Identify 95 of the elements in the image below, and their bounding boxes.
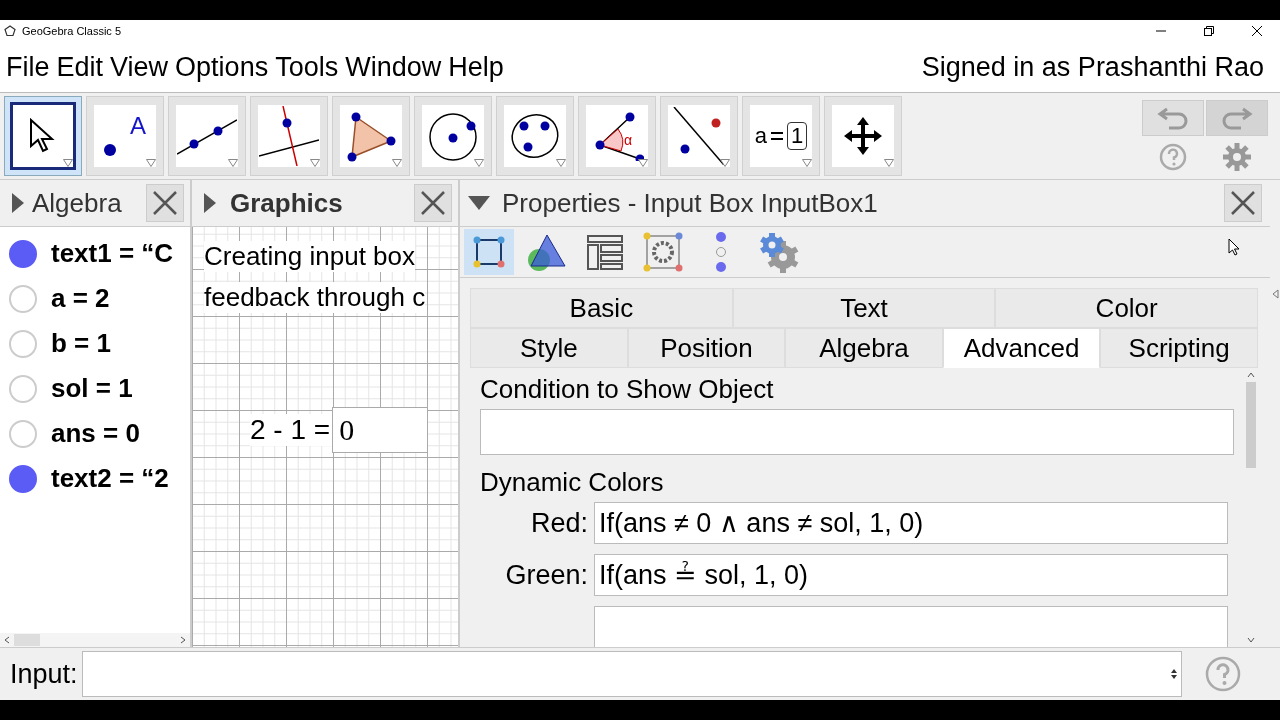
- formula-field[interactable]: If(ans ≠ 0 ∧ ans ≠ sol, 1, 0): [594, 502, 1228, 544]
- menu-item[interactable]: Window: [345, 51, 442, 83]
- tool-button[interactable]: a 1: [742, 96, 820, 176]
- scroll-down-icon[interactable]: [1247, 637, 1255, 643]
- tab[interactable]: Text: [732, 288, 996, 328]
- algebra-entry[interactable]: sol = 1: [51, 373, 133, 404]
- section-title: Condition to Show Object: [480, 374, 775, 405]
- menu-item[interactable]: View: [110, 51, 169, 83]
- signed-in-label: Signed in as Prashanthi Rao: [921, 51, 1264, 83]
- spinner-icon: [1171, 668, 1177, 680]
- dropdown-triangle-icon: [392, 159, 402, 167]
- layout-icon: [586, 233, 624, 271]
- dropdown-triangle-icon: [228, 159, 238, 167]
- tab[interactable]: Scripting: [1100, 328, 1258, 368]
- input-box-caption: 2 - 1 =: [250, 414, 333, 446]
- line-icon: [177, 116, 237, 156]
- tab[interactable]: Advanced: [942, 328, 1101, 368]
- circle-icon: [427, 110, 479, 162]
- scroll-left-icon[interactable]: [4, 636, 10, 644]
- dropdown-triangle-icon: [474, 159, 484, 167]
- move-arrows-icon: [842, 115, 884, 157]
- close-button[interactable]: [414, 184, 452, 222]
- expand-triangle-icon[interactable]: [12, 193, 24, 213]
- perpendicular-line-icon: [259, 106, 319, 166]
- algebra-entry[interactable]: b = 1: [51, 328, 111, 359]
- menu-item[interactable]: Edit: [56, 51, 104, 83]
- dropdown-triangle-icon: [556, 159, 566, 167]
- menu-item[interactable]: File: [6, 51, 50, 83]
- tool-button[interactable]: [824, 96, 902, 176]
- tool-button[interactable]: α: [578, 96, 656, 176]
- tool-button[interactable]: [660, 96, 738, 176]
- section-title: Dynamic Colors: [480, 467, 665, 498]
- collapse-triangle-icon[interactable]: [468, 196, 490, 210]
- tab[interactable]: Algebra: [785, 328, 943, 368]
- window-title: GeoGebra Classic 5: [22, 25, 122, 37]
- close-button[interactable]: [146, 184, 184, 222]
- canvas-text: Creating input box: [204, 241, 416, 272]
- field-label: Red:: [529, 507, 588, 539]
- tool-button[interactable]: [168, 96, 246, 176]
- triangle-circle-icon: [525, 232, 569, 272]
- input-field[interactable]: [81, 651, 1182, 697]
- menu-item[interactable]: Tools: [275, 51, 339, 83]
- undo-icon: [1157, 105, 1189, 131]
- menu-item[interactable]: Help: [448, 51, 504, 83]
- object-properties-icon: [471, 234, 507, 270]
- scroll-right-icon[interactable]: [180, 636, 186, 644]
- tool-button[interactable]: A: [86, 96, 164, 176]
- panel-title: Algebra: [32, 187, 122, 219]
- dropdown-triangle-icon: [720, 159, 730, 167]
- dropdown-triangle-icon: [63, 159, 73, 167]
- visibility-toggle[interactable]: [9, 239, 37, 268]
- menu-item[interactable]: Options: [175, 51, 269, 83]
- dots-icon: [713, 230, 729, 274]
- answer-box[interactable]: 0: [332, 407, 429, 453]
- scroll-up-icon[interactable]: [1247, 372, 1255, 378]
- tool-button[interactable]: [4, 96, 82, 176]
- dropdown-triangle-icon: [638, 159, 648, 167]
- redo-icon: [1221, 105, 1253, 131]
- app-icon: [4, 25, 16, 37]
- formula-field[interactable]: If(ans ≟ sol, 1, 0): [594, 554, 1228, 596]
- field-label: Green:: [504, 559, 588, 591]
- close-icon[interactable]: [1252, 26, 1262, 36]
- algebra-entry[interactable]: text1 = “C: [51, 238, 174, 269]
- view-button[interactable]: [464, 229, 514, 275]
- mouse-cursor-icon: [1228, 238, 1240, 256]
- input-label: Input:: [10, 658, 78, 690]
- condition-field[interactable]: [480, 409, 1234, 455]
- tool-button[interactable]: [332, 96, 410, 176]
- dropdown-triangle-icon: [884, 159, 894, 167]
- defaults-icon: [642, 231, 684, 273]
- panel-title: Graphics: [230, 187, 343, 219]
- tab[interactable]: Color: [995, 288, 1258, 328]
- visibility-toggle[interactable]: [9, 464, 37, 493]
- tab[interactable]: Position: [627, 328, 786, 368]
- algebra-entry[interactable]: ans = 0: [51, 418, 140, 449]
- tab[interactable]: Basic: [470, 288, 733, 328]
- tool-button[interactable]: [250, 96, 328, 176]
- expand-triangle-icon[interactable]: [204, 193, 216, 213]
- close-button[interactable]: [1224, 184, 1262, 222]
- scrollbar-thumb[interactable]: [1246, 382, 1256, 468]
- algebra-entry[interactable]: a = 2: [51, 283, 110, 314]
- dropdown-triangle-icon: [146, 159, 156, 167]
- scrollbar-thumb[interactable]: [14, 634, 40, 646]
- formula-field[interactable]: [594, 606, 1228, 647]
- tab[interactable]: Style: [470, 328, 628, 368]
- dropdown-triangle-icon: [310, 159, 320, 167]
- tool-button[interactable]: [414, 96, 492, 176]
- dropdown-triangle-icon: [802, 159, 812, 167]
- panel-title: Properties - Input Box InputBox1: [502, 187, 878, 219]
- collapse-arrow-icon[interactable]: [1271, 288, 1279, 299]
- restore-icon[interactable]: [1204, 26, 1214, 36]
- algebra-entry[interactable]: text2 = “2: [51, 463, 169, 494]
- graphics-canvas[interactable]: Creating input box feedback through c 2 - 1 = 0: [192, 227, 458, 647]
- tool-button[interactable]: [496, 96, 574, 176]
- canvas-text: feedback through c: [204, 282, 426, 313]
